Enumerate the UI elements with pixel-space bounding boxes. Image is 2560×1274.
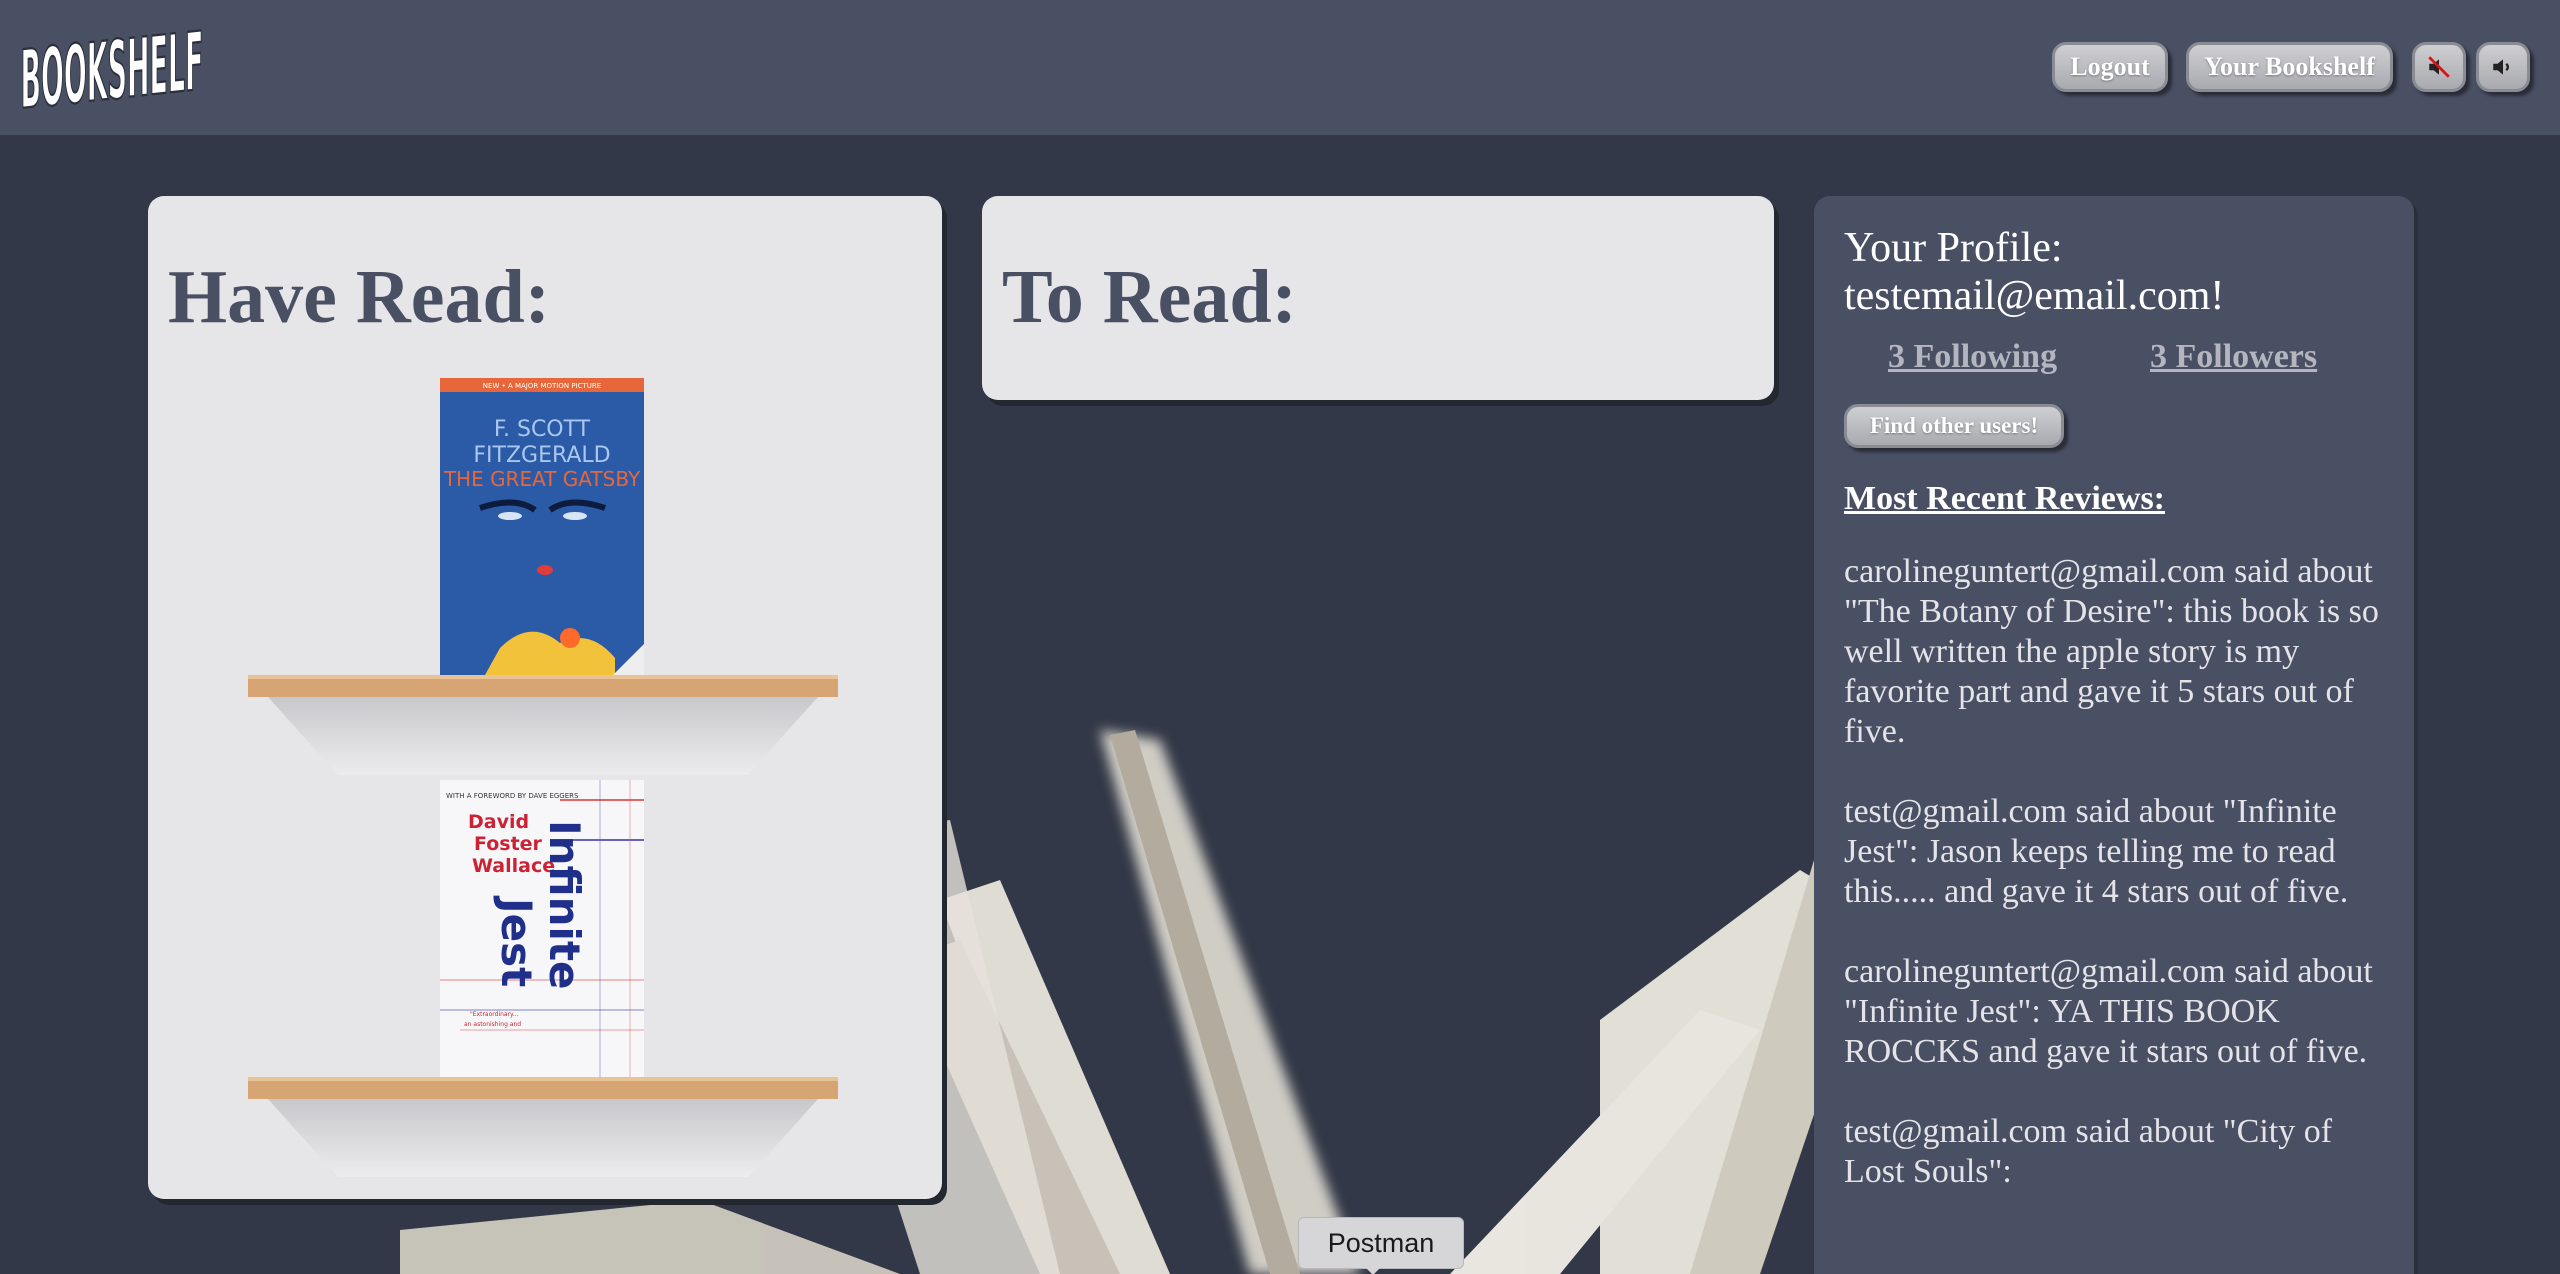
cover-banner: NEW • A MAJOR MOTION PICTURE bbox=[483, 382, 601, 390]
svg-text:FITZGERALD: FITZGERALD bbox=[473, 443, 610, 468]
svg-text:Foster: Foster bbox=[474, 833, 543, 855]
have-read-title: Have Read: bbox=[168, 255, 551, 339]
reviews-list: carolineguntert@gmail.com said about "Th… bbox=[1844, 552, 2389, 1232]
following-link[interactable]: 3 Following bbox=[1888, 338, 2057, 376]
wooden-shelf bbox=[248, 1077, 838, 1177]
review-item: carolineguntert@gmail.com said about "In… bbox=[1844, 953, 2373, 1070]
to-read-title: To Read: bbox=[1002, 255, 1297, 339]
profile-panel: Your Profile: testemail@email.com! 3 Fol… bbox=[1814, 196, 2414, 1274]
postman-tooltip: Postman bbox=[1298, 1217, 1464, 1269]
tooltip-arrow bbox=[1364, 1266, 1382, 1274]
recent-reviews-heading: Most Recent Reviews: bbox=[1844, 480, 2165, 517]
volume-button[interactable] bbox=[2476, 42, 2530, 92]
find-other-users-button[interactable]: Find other users! bbox=[1844, 404, 2064, 448]
wooden-shelf bbox=[248, 675, 838, 775]
profile-title: Your Profile: testemail@email.com! bbox=[1844, 225, 2225, 319]
followers-link[interactable]: 3 Followers bbox=[2150, 338, 2317, 376]
speaker-muted-icon bbox=[2428, 56, 2450, 78]
speaker-volume-icon bbox=[2493, 59, 2509, 75]
book-cover-great-gatsby[interactable]: NEW • A MAJOR MOTION PICTURE F. SCOTT FI… bbox=[440, 378, 644, 684]
top-header: BOOKSHELF Logout Your Bookshelf bbox=[0, 0, 2560, 135]
cover-foreword: WITH A FOREWORD BY DAVE EGGERS bbox=[446, 792, 579, 800]
svg-text:David: David bbox=[468, 811, 529, 833]
your-bookshelf-button[interactable]: Your Bookshelf bbox=[2186, 42, 2393, 92]
review-item: test@gmail.com said about "City of Lost … bbox=[1844, 1113, 2333, 1190]
svg-text:an astonishing and: an astonishing and bbox=[464, 1021, 521, 1028]
svg-text:Jest: Jest bbox=[492, 895, 541, 987]
cover-title: THE GREAT GATSBY bbox=[443, 467, 641, 491]
bookshelf-logo[interactable]: BOOKSHELF bbox=[18, 14, 208, 119]
mute-button[interactable] bbox=[2412, 42, 2466, 92]
svg-text:Infinite: Infinite bbox=[540, 820, 589, 990]
svg-text:F. SCOTT: F. SCOTT bbox=[494, 417, 591, 442]
svg-text:"Extraordinary...: "Extraordinary... bbox=[470, 1011, 519, 1018]
review-item: carolineguntert@gmail.com said about "Th… bbox=[1844, 553, 2379, 750]
svg-text:BOOKSHELF: BOOKSHELF bbox=[20, 15, 203, 119]
to-read-panel: To Read: bbox=[982, 196, 1774, 400]
review-item: test@gmail.com said about "Infinite Jest… bbox=[1844, 793, 2349, 910]
logout-button[interactable]: Logout bbox=[2052, 42, 2168, 92]
book-cover-infinite-jest[interactable]: WITH A FOREWORD BY DAVE EGGERS David Fos… bbox=[440, 780, 644, 1080]
have-read-panel: Have Read: NEW • A MAJOR MOTION PICTURE … bbox=[148, 196, 942, 1199]
